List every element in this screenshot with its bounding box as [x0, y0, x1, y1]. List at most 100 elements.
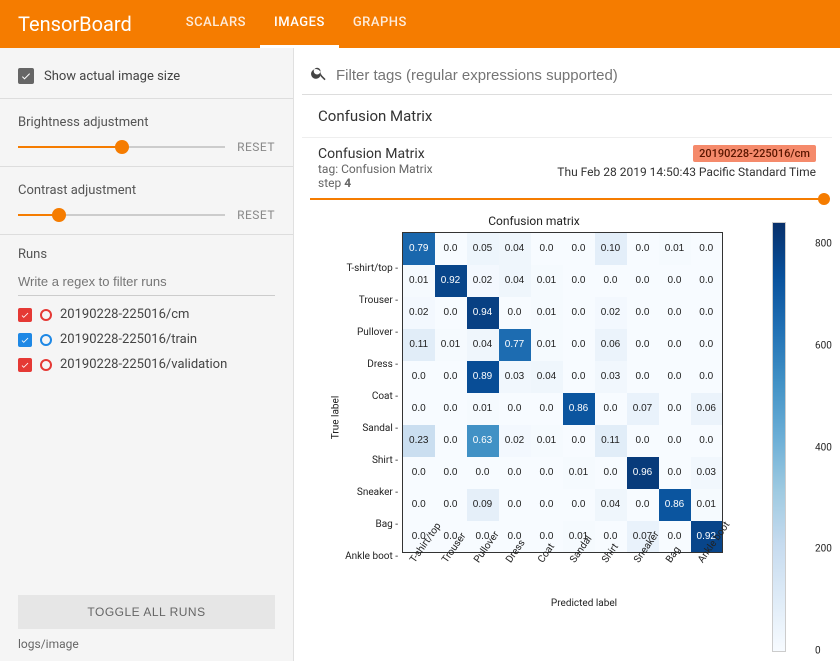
heatmap-cell: 0.0 [435, 361, 467, 393]
step-slider[interactable] [310, 198, 824, 200]
colorbar-tick: 600 [815, 341, 832, 352]
heatmap-cell: 0.03 [691, 457, 723, 489]
run-name: 20190228-225016/train [60, 332, 197, 347]
heatmap-cell: 0.04 [531, 361, 563, 393]
heatmap-cell: 0.04 [467, 329, 499, 361]
y-tick-label: Dress - [332, 348, 402, 380]
heatmap-cell: 0.0 [435, 425, 467, 457]
heatmap-cell: 0.05 [467, 233, 499, 265]
contrast-slider[interactable] [18, 214, 225, 216]
heatmap-cell: 0.0 [563, 265, 595, 297]
y-tick-label: Pullover - [332, 316, 402, 348]
heatmap-cell: 0.0 [659, 297, 691, 329]
heatmap-cell: 0.0 [499, 457, 531, 489]
heatmap-cell: 0.02 [499, 425, 531, 457]
y-tick-label: Sneaker - [332, 476, 402, 508]
heatmap-cell: 0.89 [467, 361, 499, 393]
heatmap-cell: 0.86 [563, 393, 595, 425]
heatmap-cell: 0.0 [627, 425, 659, 457]
runs-filter-input[interactable] [18, 268, 275, 296]
app-logo: TensorBoard [18, 12, 132, 36]
heatmap-cell: 0.0 [627, 361, 659, 393]
heatmap-cell: 0.01 [467, 393, 499, 425]
tab-scalars[interactable]: SCALARS [172, 0, 260, 48]
heatmap-cell: 0.07 [627, 393, 659, 425]
heatmap-cell: 0.01 [531, 425, 563, 457]
heatmap-cell: 0.0 [563, 425, 595, 457]
y-tick-label: Shirt - [332, 444, 402, 476]
heatmap-cell: 0.0 [435, 393, 467, 425]
run-checkbox[interactable] [18, 358, 32, 372]
heatmap-cell: 0.0 [659, 393, 691, 425]
heatmap-cell: 0.09 [467, 489, 499, 521]
run-name: 20190228-225016/validation [60, 357, 227, 372]
heatmap-cell: 0.0 [691, 297, 723, 329]
heatmap-cell: 0.0 [595, 265, 627, 297]
heatmap-cell: 0.01 [531, 297, 563, 329]
heatmap-cell: 0.0 [435, 489, 467, 521]
search-icon [310, 64, 336, 86]
heatmap-cell: 0.0 [563, 297, 595, 329]
heatmap-cell: 0.94 [467, 297, 499, 329]
heatmap-cell: 0.11 [595, 425, 627, 457]
heatmap-cell: 0.06 [595, 329, 627, 361]
tab-images[interactable]: IMAGES [260, 0, 339, 48]
heatmap-cell: 0.01 [563, 457, 595, 489]
y-tick-label: Trouser - [332, 284, 402, 316]
heatmap-cell: 0.0 [531, 457, 563, 489]
heatmap-cell: 0.0 [563, 489, 595, 521]
heatmap-cell: 0.04 [595, 489, 627, 521]
heatmap-cell: 0.0 [659, 329, 691, 361]
heatmap-cell: 0.0 [659, 361, 691, 393]
heatmap-cell: 0.92 [435, 265, 467, 297]
run-badge: 20190228-225016/cm [693, 145, 816, 162]
toggle-all-runs-button[interactable]: TOGGLE ALL RUNS [18, 595, 275, 629]
timestamp: Thu Feb 28 2019 14:50:43 Pacific Standar… [557, 165, 816, 179]
heatmap-cell: 0.79 [403, 233, 435, 265]
heatmap-cell: 0.0 [499, 393, 531, 425]
brightness-reset-button[interactable]: RESET [237, 140, 275, 154]
heatmap-cell: 0.04 [499, 265, 531, 297]
heatmap-cell: 0.0 [499, 489, 531, 521]
heatmap-cell: 0.03 [595, 361, 627, 393]
tab-graphs[interactable]: GRAPHS [339, 0, 421, 48]
heatmap-cell: 0.03 [499, 361, 531, 393]
heatmap-cell: 0.0 [627, 489, 659, 521]
heatmap-cell: 0.0 [435, 457, 467, 489]
colorbar: 0200400600800 [772, 222, 786, 652]
header: TensorBoard SCALARSIMAGESGRAPHS [0, 0, 840, 48]
heatmap-cell: 0.0 [691, 361, 723, 393]
step-value: 4 [344, 176, 351, 190]
run-checkbox[interactable] [18, 333, 32, 347]
run-color-swatch [40, 334, 52, 346]
brightness-slider[interactable] [18, 146, 225, 148]
heatmap-cell: 0.01 [531, 329, 563, 361]
run-color-swatch [40, 309, 52, 321]
colorbar-tick: 400 [815, 442, 832, 453]
logdir-label: logs/image [0, 633, 293, 661]
colorbar-tick: 200 [815, 544, 832, 555]
heatmap-cell: 0.0 [563, 329, 595, 361]
y-tick-label: Bag - [332, 508, 402, 540]
heatmap-cell: 0.0 [403, 361, 435, 393]
run-row: 20190228-225016/cm [0, 302, 293, 327]
heatmap-cell: 0.02 [403, 297, 435, 329]
heatmap-cell: 0.0 [595, 393, 627, 425]
tag-filter-input[interactable] [336, 67, 818, 84]
heatmap-cell: 0.0 [531, 393, 563, 425]
show-actual-size-checkbox[interactable] [18, 68, 34, 84]
heatmap-cell: 0.63 [467, 425, 499, 457]
heatmap-cell: 0.0 [531, 233, 563, 265]
x-axis-label: Predicted label [402, 598, 766, 609]
heatmap-cell: 0.86 [659, 489, 691, 521]
run-checkbox[interactable] [18, 308, 32, 322]
heatmap-cell: 0.02 [595, 297, 627, 329]
card-tag: tag: Confusion Matrix [318, 162, 433, 176]
heatmap-cell: 0.02 [467, 265, 499, 297]
contrast-reset-button[interactable]: RESET [237, 208, 275, 222]
heatmap-cell: 0.0 [691, 265, 723, 297]
run-row: 20190228-225016/validation [0, 352, 293, 377]
heatmap-cell: 0.0 [659, 265, 691, 297]
heatmap-cell: 0.01 [691, 489, 723, 521]
main-panel: Confusion Matrix Confusion Matrix tag: C… [294, 48, 840, 661]
